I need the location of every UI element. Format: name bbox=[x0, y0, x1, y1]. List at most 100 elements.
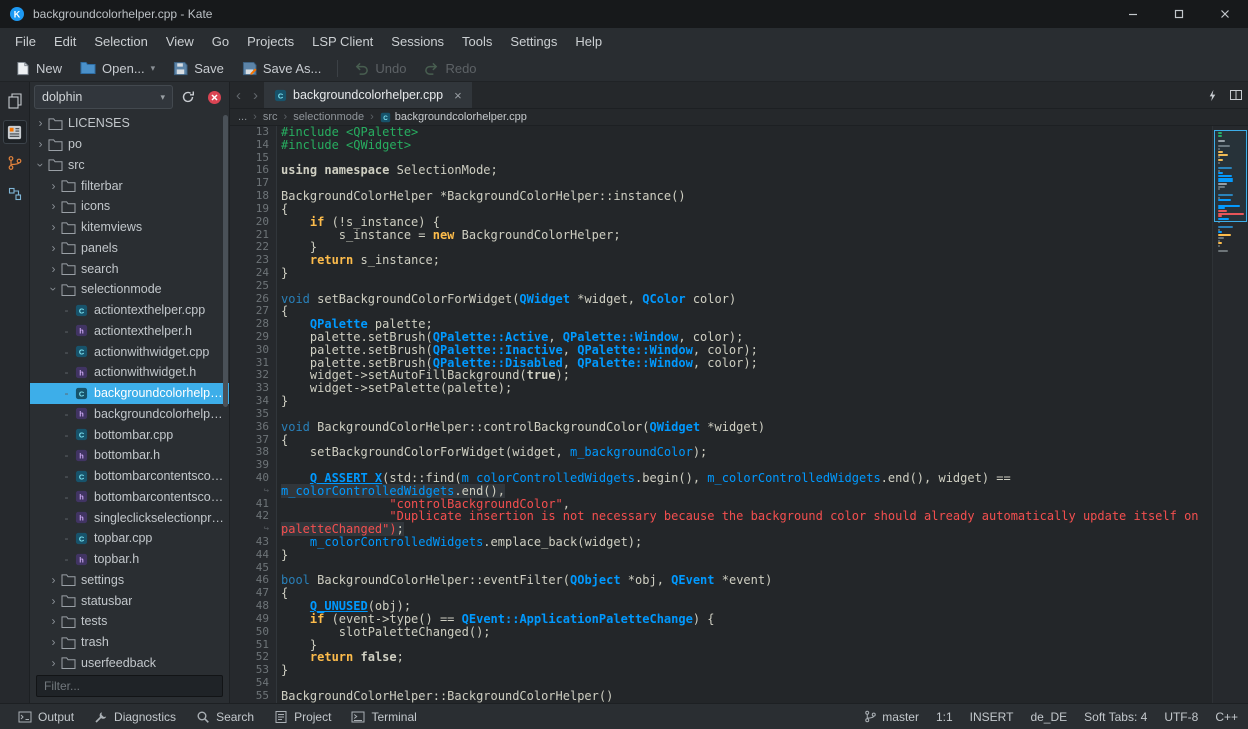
save-button[interactable]: Save bbox=[164, 58, 233, 79]
code-line[interactable]: #include <QWidget> bbox=[281, 139, 1248, 152]
minimap[interactable] bbox=[1212, 126, 1248, 703]
tree-item[interactable]: -Cbottombarcontentscont... bbox=[30, 466, 229, 487]
chevron-expanded-icon[interactable]: › bbox=[47, 283, 61, 296]
chevron-collapsed-icon[interactable]: › bbox=[47, 635, 60, 649]
close-button[interactable] bbox=[1202, 0, 1248, 28]
refresh-button[interactable] bbox=[177, 86, 199, 108]
cursor-position[interactable]: 1:1 bbox=[936, 710, 953, 724]
tree-item[interactable]: -htopbar.h bbox=[30, 549, 229, 570]
menu-go[interactable]: Go bbox=[203, 31, 238, 52]
code-line[interactable]: slotPaletteChanged(); bbox=[281, 626, 1248, 639]
tree-item[interactable]: -Cbackgroundcolorhelper.c... bbox=[30, 383, 229, 404]
tree-item[interactable]: -Cbottombar.cpp bbox=[30, 424, 229, 445]
tree-item[interactable]: ›po bbox=[30, 134, 229, 155]
terminal-button[interactable]: Terminal bbox=[343, 707, 424, 727]
menu-view[interactable]: View bbox=[157, 31, 203, 52]
chevron-collapsed-icon[interactable]: › bbox=[47, 179, 60, 193]
input-mode[interactable]: INSERT bbox=[970, 710, 1014, 724]
chevron-collapsed-icon[interactable]: › bbox=[34, 137, 47, 151]
code-line[interactable]: } bbox=[281, 267, 1248, 280]
project-button[interactable]: Project bbox=[266, 707, 339, 727]
tree-item[interactable]: ›filterbar bbox=[30, 175, 229, 196]
menu-file[interactable]: File bbox=[6, 31, 45, 52]
code-area[interactable]: 1314151617181920212223242526272829303132… bbox=[230, 126, 1248, 703]
tree-item[interactable]: ›icons bbox=[30, 196, 229, 217]
code-line[interactable]: } bbox=[281, 395, 1248, 408]
breadcrumb-item[interactable]: src bbox=[263, 111, 278, 123]
toolview-git-button[interactable] bbox=[3, 151, 27, 175]
tab-next-button[interactable]: › bbox=[247, 82, 264, 108]
tree-item[interactable]: -hactionwithwidget.h bbox=[30, 362, 229, 383]
quick-actions-button[interactable] bbox=[1200, 82, 1224, 108]
code-line[interactable]: BackgroundColorHelper *BackgroundColorHe… bbox=[281, 190, 1248, 203]
git-branch-indicator[interactable]: master bbox=[864, 710, 919, 724]
code-line[interactable]: void setBackgroundColorForWidget(QWidget… bbox=[281, 293, 1248, 306]
breadcrumb-item[interactable]: selectionmode bbox=[293, 111, 364, 123]
tree-item[interactable]: -hsingleclickselectionproxy... bbox=[30, 507, 229, 528]
tree-item[interactable]: -hbottombarcontentscont... bbox=[30, 487, 229, 508]
menu-selection[interactable]: Selection bbox=[85, 31, 156, 52]
tree-item[interactable]: ›src bbox=[30, 155, 229, 176]
menu-settings[interactable]: Settings bbox=[501, 31, 566, 52]
stop-button[interactable] bbox=[203, 86, 225, 108]
minimap-viewport[interactable] bbox=[1214, 130, 1247, 222]
panel-scrollbar[interactable] bbox=[223, 115, 228, 407]
split-view-button[interactable] bbox=[1224, 82, 1248, 108]
toolview-documents-button[interactable] bbox=[3, 89, 27, 113]
tab-backgroundcolorhelper-cpp[interactable]: C backgroundcolorhelper.cpp × bbox=[264, 82, 472, 108]
menu-edit[interactable]: Edit bbox=[45, 31, 85, 52]
code-line[interactable]: void BackgroundColorHelper::controlBackg… bbox=[281, 421, 1248, 434]
chevron-expanded-icon[interactable]: › bbox=[34, 158, 48, 171]
tab-close-icon[interactable]: × bbox=[454, 88, 462, 103]
chevron-collapsed-icon[interactable]: › bbox=[47, 573, 60, 587]
menu-sessions[interactable]: Sessions bbox=[382, 31, 453, 52]
undo-button[interactable]: Undo bbox=[345, 58, 415, 79]
breadcrumb-item[interactable]: Cbackgroundcolorhelper.cpp bbox=[380, 111, 527, 123]
tree-item[interactable]: ›LICENSES bbox=[30, 113, 229, 134]
tree-item[interactable]: ›kitemviews bbox=[30, 217, 229, 238]
code-line[interactable]: "Duplicate insertion is not necessary be… bbox=[281, 510, 1248, 523]
tree-item[interactable]: ›tests bbox=[30, 611, 229, 632]
tree-item[interactable]: -Cactiontexthelper.cpp bbox=[30, 300, 229, 321]
code-line[interactable]: widget->setPalette(palette); bbox=[281, 382, 1248, 395]
menu-tools[interactable]: Tools bbox=[453, 31, 501, 52]
search-button[interactable]: Search bbox=[188, 707, 262, 727]
tree-item[interactable]: ›selectionmode bbox=[30, 279, 229, 300]
output-button[interactable]: Output bbox=[10, 707, 82, 727]
chevron-collapsed-icon[interactable]: › bbox=[47, 614, 60, 628]
code-line[interactable]: s_instance = new BackgroundColorHelper; bbox=[281, 229, 1248, 242]
code-line[interactable]: return false; bbox=[281, 651, 1248, 664]
code-line[interactable]: using namespace SelectionMode; bbox=[281, 164, 1248, 177]
chevron-collapsed-icon[interactable]: › bbox=[47, 594, 60, 608]
code-line[interactable]: return s_instance; bbox=[281, 254, 1248, 267]
code-line[interactable]: } bbox=[281, 639, 1248, 652]
code-line[interactable]: } bbox=[281, 664, 1248, 677]
open-button[interactable]: Open...▾ bbox=[71, 58, 164, 79]
syntax-mode[interactable]: C++ bbox=[1215, 710, 1238, 724]
menu-help[interactable]: Help bbox=[566, 31, 611, 52]
tree-item[interactable]: -Ctopbar.cpp bbox=[30, 528, 229, 549]
filter-input[interactable] bbox=[36, 675, 223, 697]
tree-item[interactable]: -hbackgroundcolorhelper.h bbox=[30, 404, 229, 425]
encoding[interactable]: UTF-8 bbox=[1164, 710, 1198, 724]
chevron-collapsed-icon[interactable]: › bbox=[47, 220, 60, 234]
new-button[interactable]: New bbox=[6, 58, 71, 79]
tree-item[interactable]: ›search bbox=[30, 258, 229, 279]
code-line[interactable]: setBackgroundColorForWidget(widget, m_ba… bbox=[281, 446, 1248, 459]
code-line[interactable]: { bbox=[281, 587, 1248, 600]
minimize-button[interactable] bbox=[1110, 0, 1156, 28]
code-line[interactable]: BackgroundColorHelper::BackgroundColorHe… bbox=[281, 690, 1248, 703]
breadcrumb-item[interactable]: ... bbox=[238, 111, 247, 123]
chevron-collapsed-icon[interactable]: › bbox=[47, 241, 60, 255]
tree-item[interactable]: ›trash bbox=[30, 632, 229, 653]
project-selector[interactable]: dolphin ▾ bbox=[34, 85, 173, 109]
tab-prev-button[interactable]: ‹ bbox=[230, 82, 247, 108]
tree-item[interactable]: -hactiontexthelper.h bbox=[30, 321, 229, 342]
tree-item[interactable]: ›panels bbox=[30, 238, 229, 259]
tree-item[interactable]: ›settings bbox=[30, 570, 229, 591]
code-line[interactable]: bool BackgroundColorHelper::eventFilter(… bbox=[281, 574, 1248, 587]
chevron-collapsed-icon[interactable]: › bbox=[47, 199, 60, 213]
redo-button[interactable]: Redo bbox=[415, 58, 485, 79]
tree-item[interactable]: ›statusbar bbox=[30, 590, 229, 611]
tab-settings[interactable]: Soft Tabs: 4 bbox=[1084, 710, 1147, 724]
